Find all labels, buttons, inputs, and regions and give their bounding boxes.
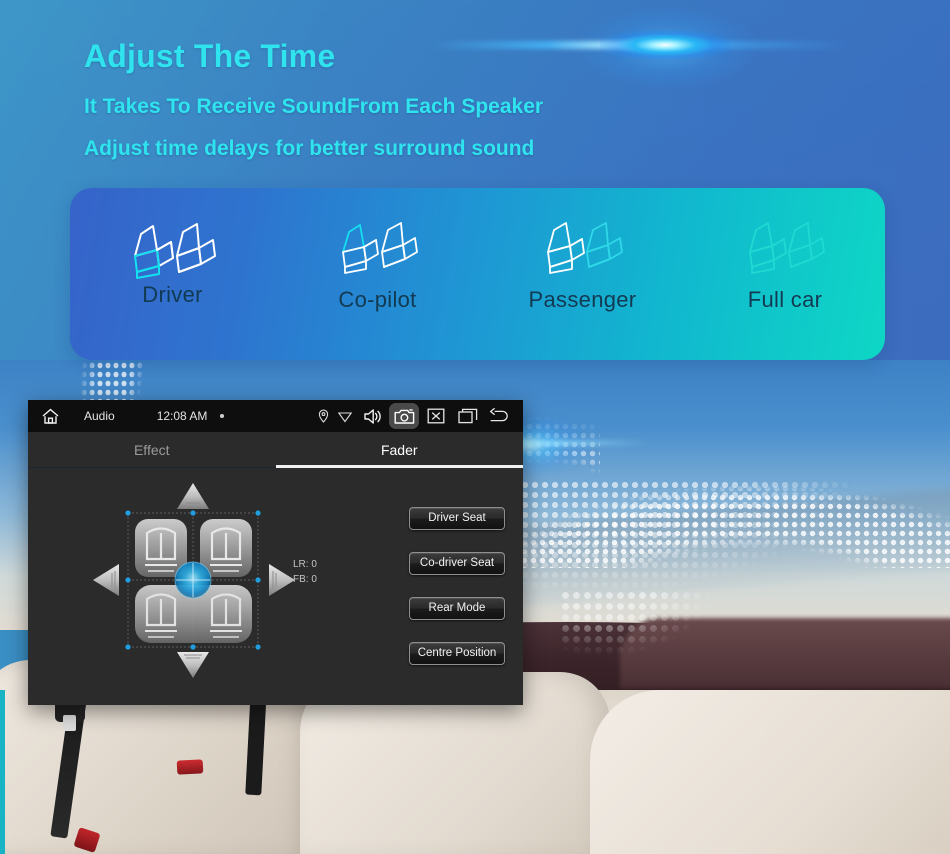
- page-subtitle-1: It Takes To Receive SoundFrom Each Speak…: [84, 95, 544, 118]
- front-seat-right: [590, 690, 950, 854]
- car-seats-icon: [133, 223, 216, 279]
- page-subtitle-2: Adjust time delays for better surround s…: [84, 137, 535, 160]
- volume-icon[interactable]: [357, 403, 387, 429]
- front-right-seat: [200, 519, 252, 577]
- seat-mode-panel: Driver Co-pilot Passenger Full car: [70, 188, 885, 360]
- back-arrow-icon[interactable]: [485, 403, 515, 429]
- home-icon[interactable]: [41, 408, 60, 425]
- location-pin-icon[interactable]: [313, 403, 333, 429]
- status-bar-icons: [313, 403, 523, 429]
- right-arrow-button: [269, 564, 295, 596]
- up-arrow-button: [177, 483, 209, 509]
- tab-label: Fader: [380, 441, 418, 458]
- seat-option-label: Full car: [747, 287, 823, 312]
- rear-mode-button[interactable]: Rear Mode: [409, 597, 505, 620]
- recents-icon[interactable]: [453, 403, 483, 429]
- seat-option-label: Co-pilot: [338, 287, 417, 312]
- dashboard-highlight: [620, 618, 950, 688]
- preset-button-group: Driver Seat Co-driver Seat Rear Mode Cen…: [409, 507, 505, 665]
- teal-edge-strip: [0, 690, 5, 854]
- app-label: Audio: [84, 409, 115, 423]
- seat-option-label: Passenger: [528, 287, 637, 312]
- fader-center-marker: [174, 561, 212, 599]
- status-time: 12:08 AM: [156, 409, 208, 423]
- fader-panel: LR: 0 FB: 0 Driver Seat Co-driver Seat R…: [28, 469, 523, 705]
- status-dot-indicator: [220, 414, 225, 418]
- screenshot-stage: Adjust The Time It Takes To Receive Soun…: [0, 0, 950, 854]
- seat-option-fullcar[interactable]: Full car: [685, 188, 885, 360]
- tab-effect[interactable]: Effect: [28, 432, 276, 467]
- tab-label: Effect: [133, 441, 170, 458]
- fader-stage: [90, 475, 310, 687]
- car-seats-icon: [749, 222, 825, 274]
- camera-icon[interactable]: [389, 403, 419, 429]
- centre-position-button[interactable]: Centre Position: [409, 642, 505, 665]
- seat-option-passenger[interactable]: Passenger: [480, 188, 685, 360]
- seat-option-label: Driver: [142, 282, 203, 307]
- seat-option-copilot[interactable]: Co-pilot: [275, 188, 480, 360]
- lens-flare-core: [600, 30, 730, 60]
- co-driver-seat-button[interactable]: Co-driver Seat: [409, 552, 505, 575]
- car-seats-icon: [341, 222, 418, 274]
- tab-bar: Effect Fader: [28, 432, 523, 468]
- seatbelt-left-clip: [63, 715, 76, 731]
- car-seats-icon: [546, 222, 623, 274]
- page-title: Adjust The Time: [84, 38, 336, 74]
- tab-fader[interactable]: Fader: [275, 432, 524, 468]
- close-box-icon[interactable]: [421, 403, 451, 429]
- driver-seat-button[interactable]: Driver Seat: [409, 507, 505, 530]
- left-arrow-button: [93, 564, 119, 596]
- wifi-icon[interactable]: [335, 403, 355, 429]
- car-head-unit: Audio 12:08 AM Effect Fader LR: 0 FB: 0 …: [28, 400, 523, 705]
- seat-option-driver[interactable]: Driver: [70, 188, 275, 360]
- seatbelt-middle-latch: [176, 759, 204, 775]
- down-arrow-button: [177, 652, 209, 678]
- status-bar: Audio 12:08 AM: [28, 400, 523, 432]
